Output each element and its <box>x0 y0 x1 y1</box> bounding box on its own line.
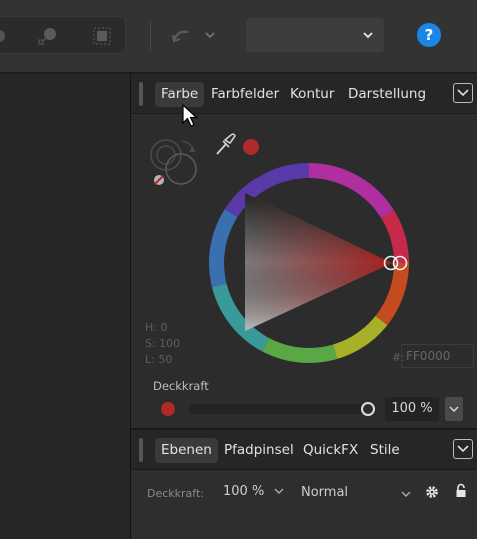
canvas-area[interactable] <box>0 74 130 539</box>
hex-input[interactable]: FF0000 <box>401 344 474 368</box>
top-toolbar: ? <box>0 0 477 73</box>
lock-icon[interactable] <box>455 483 467 499</box>
layer-opacity-value[interactable]: 100 % <box>223 484 264 499</box>
panel-collapse-button[interactable] <box>453 439 473 459</box>
transform-box-icon[interactable] <box>91 26 113 46</box>
chevron-down-icon <box>457 445 469 453</box>
hue-readout: H: 0 <box>145 321 168 334</box>
undo-history-chevron-icon[interactable] <box>203 28 217 42</box>
blend-mode-select[interactable]: Normal <box>297 481 415 505</box>
opacity-slider-handle[interactable] <box>361 402 375 416</box>
tab-stile[interactable]: Stile <box>364 438 406 463</box>
chevron-down-icon <box>401 491 411 497</box>
tool-group <box>0 16 126 54</box>
tab-ebenen[interactable]: Ebenen <box>155 438 218 463</box>
tab-farbfelder[interactable]: Farbfelder <box>205 82 285 107</box>
chevron-down-icon <box>449 406 459 412</box>
opacity-slider[interactable] <box>189 404 365 414</box>
toolbar-separator <box>150 22 151 50</box>
undo-arrow-icon[interactable] <box>170 26 192 46</box>
blend-mode-value: Normal <box>301 485 349 500</box>
tab-kontur[interactable]: Kontur <box>284 82 340 107</box>
layer-opacity-label: Deckkraft: <box>147 487 204 500</box>
panel-grip[interactable] <box>139 82 143 106</box>
gear-icon[interactable] <box>424 484 440 500</box>
current-color-swatch[interactable] <box>243 139 259 155</box>
tab-darstellung[interactable]: Darstellung <box>342 82 432 107</box>
chevron-down-icon[interactable] <box>274 487 284 495</box>
help-button[interactable]: ? <box>417 23 441 47</box>
saturation-readout: S: 100 <box>145 337 181 350</box>
toolbar-dropdown[interactable] <box>246 18 384 52</box>
eyedropper-icon[interactable] <box>214 132 236 158</box>
layers-toolbar: Deckkraft: 100 % Normal <box>131 471 477 539</box>
mouse-cursor-icon <box>182 103 199 127</box>
panel-collapse-button[interactable] <box>453 83 473 103</box>
layers-panel-tabbar: Ebenen Pfadpinsel QuickFX Stile <box>131 430 477 470</box>
color-wheel[interactable] <box>207 161 411 365</box>
opacity-label: Deckkraft <box>153 379 209 393</box>
fill-stroke-swap-icon[interactable] <box>148 135 206 193</box>
chevron-down-icon <box>363 32 373 39</box>
chevron-down-icon <box>457 89 469 97</box>
opacity-color-indicator <box>161 402 175 416</box>
layers-panel: Ebenen Pfadpinsel QuickFX Stile Deckkraf… <box>131 430 477 539</box>
opacity-value-field[interactable]: 100 % <box>385 397 439 421</box>
color-panel-body: H: 0 S: 100 L: 50 #: FF0000 Deckkraft 10… <box>131 115 477 429</box>
node-tool-icon[interactable] <box>37 26 59 46</box>
panel-grip[interactable] <box>139 438 143 462</box>
tab-quickfx[interactable]: QuickFX <box>297 438 364 463</box>
tab-pfadpinsel[interactable]: Pfadpinsel <box>218 438 300 463</box>
lightness-readout: L: 50 <box>145 353 173 366</box>
select-mode-icon[interactable] <box>0 26 15 46</box>
opacity-dropdown-button[interactable] <box>445 397 463 421</box>
